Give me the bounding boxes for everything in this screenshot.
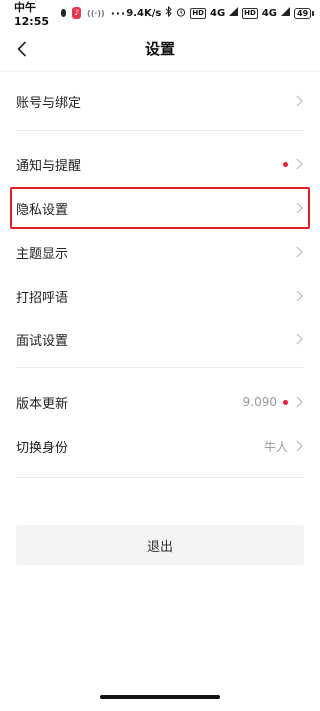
menu-item-notifications[interactable]: 通知与提醒 bbox=[0, 143, 320, 185]
more-notifications-icon: ··· bbox=[110, 6, 127, 20]
battery-cap bbox=[312, 10, 315, 16]
chevron-right-icon bbox=[294, 94, 304, 108]
menu-item-label: 打招呼语 bbox=[16, 290, 69, 306]
signal-bars-icon-2 bbox=[281, 7, 290, 19]
menu-item-greeting[interactable]: 打招呼语 bbox=[0, 275, 320, 317]
signal-label: 4G bbox=[209, 7, 226, 19]
menu-item-account[interactable]: 账号与绑定 bbox=[0, 80, 320, 122]
menu-item-switch-identity[interactable]: 切换身份 牛人 bbox=[0, 425, 320, 467]
row-right: 牛人 bbox=[264, 438, 304, 455]
row-right bbox=[294, 94, 304, 108]
app-notification-icon: ♪ bbox=[72, 7, 82, 19]
chevron-right-icon bbox=[294, 157, 304, 171]
battery-level: 49 bbox=[294, 7, 312, 19]
nav-bar: 设置 bbox=[0, 26, 320, 72]
signal-label-2: 4G bbox=[261, 7, 277, 19]
menu-item-label: 面试设置 bbox=[16, 333, 69, 349]
net-speed: 9.4K/s bbox=[126, 7, 162, 19]
signal-bars-icon bbox=[229, 7, 239, 19]
menu-item-label: 通知与提醒 bbox=[16, 158, 82, 174]
chevron-right-icon bbox=[294, 289, 304, 303]
section-divider bbox=[16, 130, 304, 131]
chevron-right-icon bbox=[294, 332, 304, 346]
menu-item-label: 账号与绑定 bbox=[16, 95, 82, 111]
row-right bbox=[294, 332, 304, 346]
identity-value: 牛人 bbox=[263, 439, 288, 454]
version-number: 9.090 bbox=[242, 395, 277, 409]
menu-item-label: 主题显示 bbox=[16, 246, 69, 262]
chevron-right-icon bbox=[294, 439, 304, 453]
row-right bbox=[294, 245, 304, 259]
menu-item-interview[interactable]: 面试设置 bbox=[0, 318, 320, 360]
home-indicator[interactable] bbox=[100, 695, 220, 699]
highlight-frame bbox=[10, 187, 310, 229]
update-dot-icon bbox=[283, 399, 288, 405]
row-right bbox=[283, 157, 304, 171]
section-divider bbox=[16, 367, 304, 368]
status-left: 中午12:55 ♪ ((·)) ··· bbox=[14, 0, 126, 28]
notification-dot-icon bbox=[60, 9, 67, 17]
hotspot-icon: ((·)) bbox=[87, 8, 105, 18]
page-title: 设置 bbox=[144, 40, 175, 58]
status-time: 中午12:55 bbox=[14, 0, 50, 28]
menu-item-label: 版本更新 bbox=[16, 396, 69, 412]
row-right bbox=[294, 289, 304, 303]
chevron-right-icon bbox=[294, 395, 304, 409]
menu-item-theme[interactable]: 主题显示 bbox=[0, 231, 320, 273]
status-right: 9.4K/s HD 4G HD 4G 49 bbox=[126, 5, 315, 20]
unread-dot-icon bbox=[283, 161, 288, 167]
bluetooth-icon bbox=[165, 5, 173, 20]
menu-item-version[interactable]: 版本更新 9.090 bbox=[0, 381, 320, 423]
row-right: 9.090 bbox=[243, 395, 304, 409]
back-button[interactable] bbox=[10, 37, 34, 61]
section-divider bbox=[16, 477, 304, 478]
chevron-right-icon bbox=[294, 245, 304, 259]
battery-icon: 49 bbox=[294, 7, 315, 19]
menu-item-label: 切换身份 bbox=[16, 440, 69, 456]
status-bar: 中午12:55 ♪ ((·)) ··· 9.4K/s HD 4G HD 4G 4… bbox=[0, 0, 320, 28]
alarm-icon bbox=[176, 7, 186, 20]
hd-badge: HD bbox=[190, 7, 206, 19]
chevron-left-icon bbox=[17, 41, 26, 57]
hd-badge-2: HD bbox=[242, 7, 258, 19]
logout-button[interactable]: 退出 bbox=[16, 525, 304, 565]
